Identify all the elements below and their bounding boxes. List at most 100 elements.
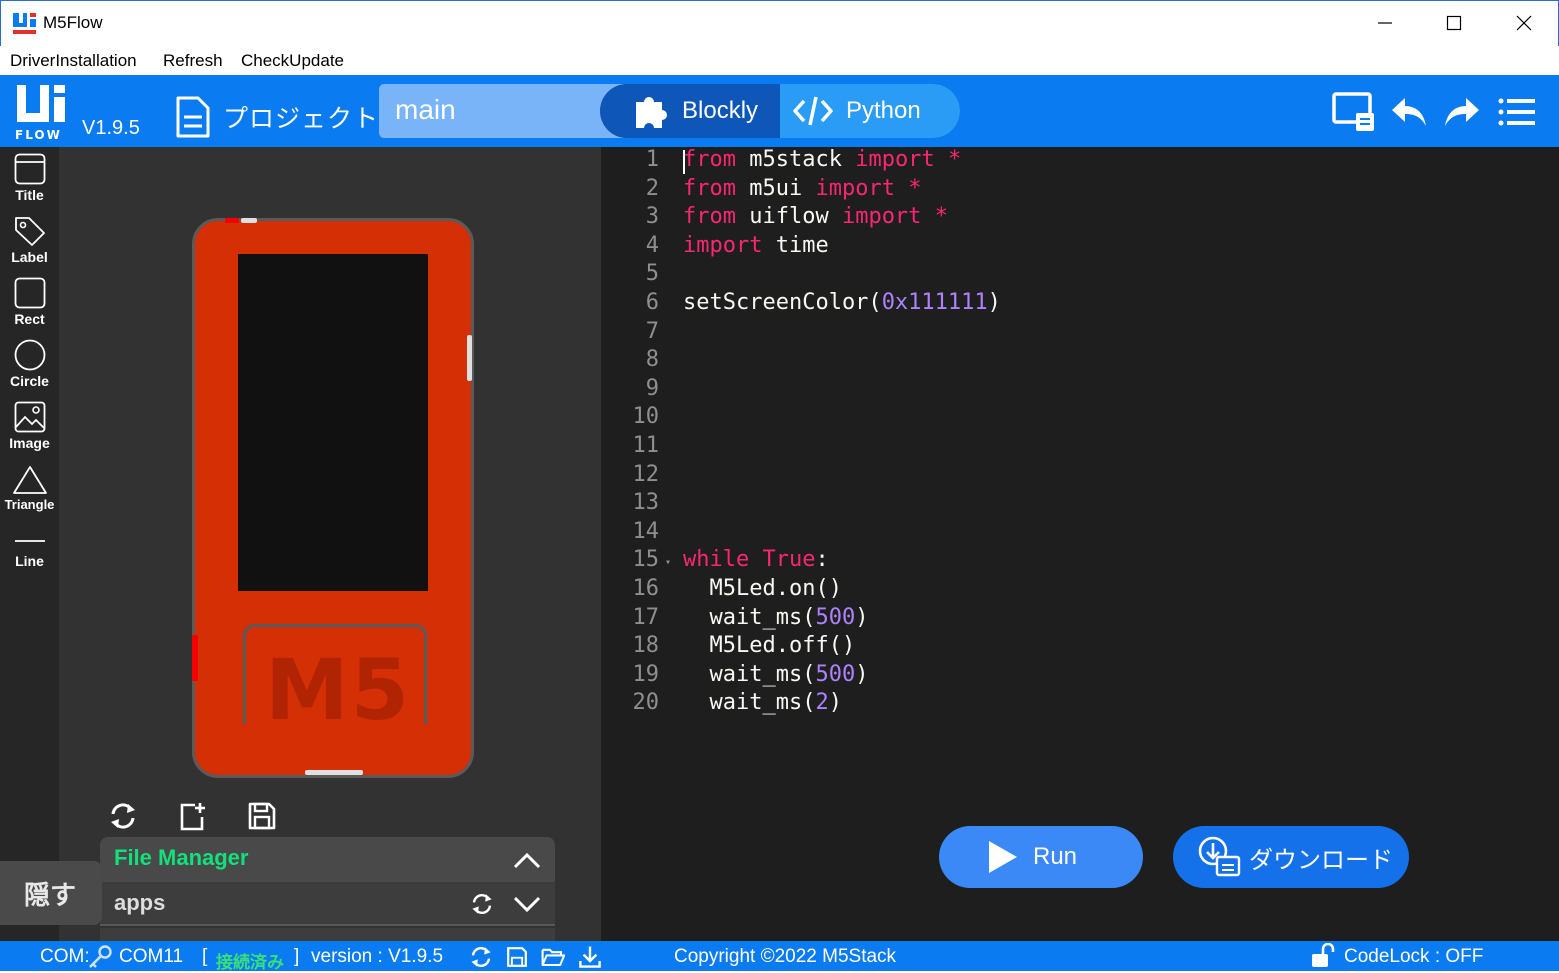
connection-status: 接続済み bbox=[216, 953, 284, 972]
minimize-icon bbox=[1378, 22, 1392, 24]
code-text: setScreenColor(0x111111) bbox=[683, 290, 1001, 315]
code-text: wait_ms(500) bbox=[683, 604, 869, 630]
window-title: M5Flow bbox=[43, 13, 103, 32]
tool-image-label: Image bbox=[9, 435, 50, 451]
unlock-icon[interactable] bbox=[1311, 943, 1335, 969]
code-line[interactable]: 12 bbox=[601, 462, 1559, 491]
sync-icon[interactable] bbox=[469, 945, 493, 969]
code-line[interactable]: 13 bbox=[601, 490, 1559, 519]
code-line[interactable]: 18 M5Led.off() bbox=[601, 633, 1559, 662]
menu-check-update[interactable]: CheckUpdate bbox=[241, 51, 344, 71]
main-toolbar: FLOW V1.9.5 プロジェクト main Blockly Python bbox=[0, 75, 1559, 147]
connection-bracket-close: ] bbox=[294, 946, 300, 967]
chevron-down-icon[interactable] bbox=[513, 896, 541, 914]
menu-refresh[interactable]: Refresh bbox=[163, 51, 223, 71]
key-icon[interactable] bbox=[87, 944, 113, 970]
refresh-preview-button[interactable] bbox=[108, 801, 138, 831]
new-file-button[interactable] bbox=[178, 801, 208, 831]
menu-icon bbox=[1498, 98, 1535, 126]
codelock-status[interactable]: CodeLock : OFF bbox=[1344, 946, 1483, 968]
download-icon[interactable] bbox=[578, 945, 602, 969]
code-line[interactable]: 10 bbox=[601, 404, 1559, 433]
menu-button[interactable] bbox=[1494, 89, 1540, 135]
close-button[interactable] bbox=[1489, 1, 1559, 45]
device-screen-button[interactable] bbox=[1331, 89, 1377, 135]
hide-button[interactable]: 隠す bbox=[0, 861, 102, 925]
tool-image[interactable]: Image bbox=[0, 401, 59, 463]
code-line[interactable]: 16 M5Led.on() bbox=[601, 576, 1559, 605]
image-icon bbox=[14, 401, 45, 433]
uiflow-app-icon bbox=[13, 13, 36, 34]
code-line[interactable]: 2 from m5ui import * bbox=[601, 176, 1559, 205]
line-number: 10 bbox=[632, 404, 660, 430]
code-line[interactable]: 9 bbox=[601, 376, 1559, 405]
blockly-label: Blockly bbox=[682, 97, 759, 124]
tool-rect[interactable]: Rect bbox=[0, 277, 59, 339]
ui-designer-panel: Title Label Rect Circle Image Triangle L… bbox=[0, 147, 601, 941]
code-editor[interactable]: 1 from m5stack import * 2 from m5ui import … bbox=[601, 147, 1559, 941]
tool-title-label: Title bbox=[15, 187, 44, 203]
file-manager-header[interactable]: File Manager bbox=[100, 837, 555, 882]
line-number: 17 bbox=[632, 604, 660, 630]
menu-driver-installation[interactable]: DriverInstallation bbox=[10, 51, 137, 71]
save-icon[interactable] bbox=[506, 946, 528, 968]
rect-icon bbox=[14, 277, 45, 309]
download-button[interactable]: ダウンロード bbox=[1173, 826, 1409, 888]
file-manager-title: File Manager bbox=[114, 845, 249, 870]
firmware-version: version : V1.9.5 bbox=[311, 946, 444, 967]
maximize-button[interactable] bbox=[1419, 1, 1489, 45]
minimize-button[interactable] bbox=[1350, 1, 1420, 45]
device-screen[interactable] bbox=[238, 254, 428, 591]
code-text: M5Led.on() bbox=[683, 576, 842, 601]
code-line[interactable]: 14 bbox=[601, 519, 1559, 548]
code-line[interactable]: 1 from m5stack import * bbox=[601, 147, 1559, 176]
line-number: 4 bbox=[645, 232, 659, 258]
text-cursor bbox=[683, 150, 685, 174]
redo-button[interactable] bbox=[1439, 89, 1485, 135]
line-number: 15 bbox=[632, 547, 660, 573]
tool-triangle[interactable]: Triangle bbox=[0, 465, 59, 527]
save-preview-button[interactable] bbox=[247, 801, 277, 831]
tool-title[interactable]: Title bbox=[0, 153, 59, 215]
tool-rect-label: Rect bbox=[14, 311, 45, 327]
menu-bar: DriverInstallation Refresh CheckUpdate bbox=[0, 46, 1559, 75]
device-bottom-port bbox=[305, 770, 363, 775]
code-line[interactable]: 6 setScreenColor(0x111111) bbox=[601, 290, 1559, 319]
code-line[interactable]: 11 bbox=[601, 433, 1559, 462]
code-line[interactable]: 19 wait_ms(500) bbox=[601, 662, 1559, 691]
redo-icon bbox=[1445, 98, 1479, 126]
tool-line[interactable]: Line bbox=[0, 531, 59, 593]
line-icon bbox=[14, 540, 45, 542]
refresh-folder-icon[interactable] bbox=[470, 892, 494, 916]
tab-python[interactable]: Python bbox=[780, 84, 960, 138]
line-number: 13 bbox=[632, 490, 660, 516]
com-port[interactable]: COM11 bbox=[119, 946, 183, 968]
code-line[interactable]: 7 bbox=[601, 319, 1559, 348]
puzzle-icon bbox=[636, 97, 668, 128]
line-number: 11 bbox=[632, 433, 660, 458]
tool-label[interactable]: Label bbox=[0, 215, 59, 277]
code-line[interactable]: 5 bbox=[601, 261, 1559, 290]
tool-triangle-label: Triangle bbox=[4, 497, 55, 512]
undo-button[interactable] bbox=[1386, 89, 1432, 135]
project-button[interactable]: プロジェクト bbox=[175, 95, 379, 139]
code-line[interactable]: 8 bbox=[601, 347, 1559, 376]
code-line[interactable]: 15 ▾ while True: bbox=[601, 547, 1559, 576]
run-button[interactable]: Run bbox=[939, 826, 1143, 888]
chevron-up-icon[interactable] bbox=[513, 851, 541, 869]
window-titlebar: M5Flow bbox=[0, 0, 1559, 46]
line-number: 20 bbox=[632, 690, 660, 716]
code-line[interactable]: 20 wait_ms(2) bbox=[601, 690, 1559, 719]
open-folder-icon[interactable] bbox=[541, 946, 565, 968]
line-number: 18 bbox=[632, 633, 660, 659]
file-manager-folder-row[interactable]: apps bbox=[100, 882, 555, 926]
tool-circle[interactable]: Circle bbox=[0, 339, 59, 401]
tab-blockly[interactable]: Blockly bbox=[600, 84, 780, 138]
download-device-icon bbox=[1198, 836, 1241, 877]
line-number: 14 bbox=[632, 518, 660, 544]
ui-tools-sidebar: Title Label Rect Circle Image Triangle L… bbox=[0, 147, 59, 941]
code-line[interactable]: 17 wait_ms(500) bbox=[601, 605, 1559, 634]
fold-arrow-icon[interactable]: ▾ bbox=[665, 557, 671, 568]
code-line[interactable]: 3 from uiflow import * bbox=[601, 204, 1559, 233]
code-line[interactable]: 4 import time bbox=[601, 233, 1559, 262]
